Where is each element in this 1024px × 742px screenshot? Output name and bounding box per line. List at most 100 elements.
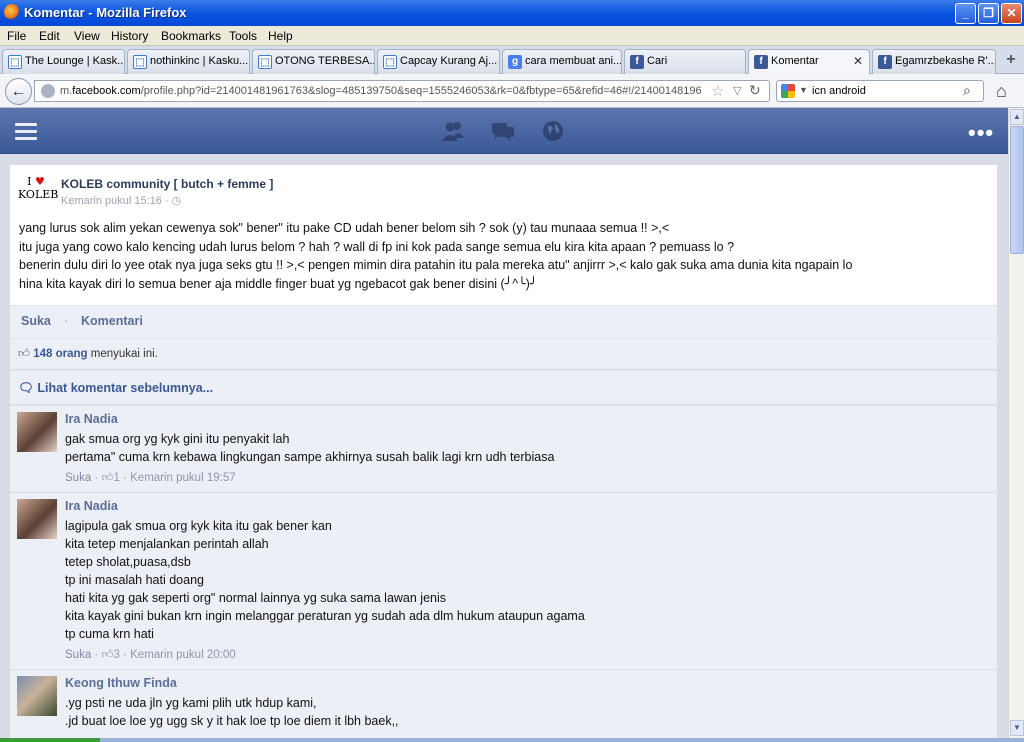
- comment-like-link[interactable]: Suka: [65, 649, 91, 661]
- messages-icon[interactable]: [491, 120, 515, 142]
- comment-like-count: 3: [113, 649, 120, 661]
- menu-file[interactable]: File: [7, 29, 26, 43]
- page-name-link[interactable]: KOLEB community [ butch + femme ]: [61, 177, 273, 191]
- tab-label: Egamrzbekashe R'...: [895, 55, 996, 67]
- tab-the-lounge[interactable]: ⬚ The Lounge | Kask...: [2, 49, 125, 74]
- menu-view[interactable]: View: [74, 29, 100, 43]
- vertical-scrollbar[interactable]: ▲ ▼: [1008, 108, 1024, 738]
- close-window-button[interactable]: ✕: [1001, 3, 1022, 24]
- tab-label: The Lounge | Kask...: [25, 55, 125, 67]
- kaskus-icon: ⬚: [258, 55, 272, 69]
- window-title: Komentar - Mozilla Firefox: [24, 5, 187, 20]
- search-input[interactable]: icn android: [812, 85, 866, 97]
- new-tab-button[interactable]: +: [1002, 51, 1020, 71]
- search-box[interactable]: ▼ icn android ⌕: [776, 80, 984, 102]
- facebook-icon: f: [754, 55, 768, 69]
- maximize-button[interactable]: ❐: [978, 3, 999, 24]
- kaskus-icon: ⬚: [383, 55, 397, 69]
- url-text[interactable]: m.facebook.com/profile.php?id=2140014819…: [60, 85, 710, 97]
- reload-icon[interactable]: ↻: [749, 82, 761, 99]
- facebook-icon: f: [630, 55, 644, 69]
- tab-egamrzbekashe[interactable]: f Egamrzbekashe R'...: [872, 49, 996, 74]
- comment-item: Ira Nadia lagipula gak smua org kyk kita…: [10, 493, 997, 669]
- thumbs-up-icon: 👍︎: [101, 472, 114, 484]
- tab-otong[interactable]: ⬚ OTONG TERBESA...: [252, 49, 375, 74]
- back-button[interactable]: ←: [5, 78, 32, 105]
- scroll-down-arrow-icon[interactable]: ▼: [1010, 720, 1024, 736]
- avatar[interactable]: [17, 499, 57, 539]
- more-options-icon[interactable]: •••: [968, 120, 994, 146]
- separator-dot: ·: [64, 313, 68, 327]
- comment-item: Keong Ithuw Finda .yg psti ne uda jln yg…: [10, 670, 997, 738]
- address-bar[interactable]: m.facebook.com/profile.php?id=2140014819…: [34, 80, 770, 102]
- search-engine-dropdown-icon[interactable]: ▼: [799, 85, 808, 95]
- post-timestamp[interactable]: Kemarin pukul 15:16 · ◷: [61, 194, 181, 207]
- post-actions: Suka · Komentari: [10, 305, 997, 338]
- heart-icon: ♥: [34, 175, 45, 188]
- thumbs-up-icon: 👍︎: [101, 649, 114, 661]
- navigation-bar: ← m.facebook.com/profile.php?id=21400148…: [0, 74, 1024, 108]
- like-link[interactable]: Suka: [21, 314, 51, 328]
- kaskus-icon: ⬚: [133, 55, 147, 69]
- tab-komentar[interactable]: f Komentar ✕: [748, 49, 870, 75]
- avatar[interactable]: [17, 676, 57, 716]
- tab-label: Cari: [647, 55, 668, 67]
- menu-help[interactable]: Help: [268, 29, 293, 43]
- tab-cara-membuat[interactable]: g cara membuat ani...: [502, 49, 622, 74]
- menu-edit[interactable]: Edit: [39, 29, 60, 43]
- comment-like-link[interactable]: Suka: [65, 472, 91, 484]
- facebook-header: •••: [0, 108, 1008, 154]
- friend-requests-icon[interactable]: [441, 120, 465, 142]
- page-logo[interactable]: I ♥ KOLEB: [18, 175, 58, 207]
- comment-time[interactable]: Kemarin pukul 19:57: [130, 472, 235, 484]
- comment-author[interactable]: Ira Nadia: [65, 499, 118, 513]
- bookmark-star-icon[interactable]: ☆: [711, 82, 724, 100]
- menu-hamburger-icon[interactable]: [15, 123, 37, 144]
- google-icon: g: [508, 55, 522, 69]
- post-message: yang lurus sok alim yekan cewenya sok" b…: [19, 221, 853, 291]
- minimize-button[interactable]: _: [955, 3, 976, 24]
- comment-text: .yg psti ne uda jln yg kami plih utk hdu…: [65, 696, 399, 728]
- comment-text: lagipula gak smua org kyk kita itu gak b…: [65, 519, 585, 641]
- notifications-globe-icon[interactable]: [541, 120, 565, 142]
- comment-meta: Suka · 👍︎1 · Kemarin pukul 19:57: [65, 472, 236, 484]
- google-search-engine-icon[interactable]: [781, 84, 795, 98]
- comment-text: gak smua org yg kyk gini itu penyakit la…: [65, 432, 555, 464]
- menu-bookmarks[interactable]: Bookmarks: [161, 29, 221, 43]
- comment-item: Ira Nadia gak smua org yg kyk gini itu p…: [10, 406, 997, 492]
- tab-capcay[interactable]: ⬚ Capcay Kurang Aj...: [377, 49, 500, 74]
- tab-label: Capcay Kurang Aj...: [400, 55, 498, 67]
- comment-time[interactable]: Kemarin pukul 20:00: [130, 649, 235, 661]
- scrollbar-thumb[interactable]: [1010, 126, 1024, 254]
- comment-author[interactable]: Keong Ithuw Finda: [65, 676, 177, 690]
- menu-history[interactable]: History: [111, 29, 148, 43]
- previous-comments-link[interactable]: 🗨︎ Lihat komentar sebelumnya...: [18, 381, 213, 396]
- home-icon[interactable]: ⌂: [996, 81, 1007, 102]
- scroll-up-arrow-icon[interactable]: ▲: [1010, 109, 1024, 125]
- menu-bar: File Edit View History Bookmarks Tools H…: [0, 26, 1024, 46]
- comment-like-count: 1: [113, 472, 120, 484]
- tab-cari[interactable]: f Cari: [624, 49, 746, 74]
- previous-comments-row[interactable]: 🗨︎ Lihat komentar sebelumnya...: [10, 370, 997, 405]
- likes-text: 👍︎ 148 orang menyukai ini.: [18, 348, 158, 360]
- tab-bar: ⬚ The Lounge | Kask... ⬚ nothinkinc | Ka…: [0, 46, 1024, 75]
- comment-author[interactable]: Ira Nadia: [65, 412, 118, 426]
- search-magnifier-icon[interactable]: ⌕: [963, 82, 971, 99]
- menu-tools[interactable]: Tools: [229, 29, 257, 43]
- kaskus-icon: ⬚: [8, 55, 22, 69]
- comment-meta: Suka · 👍︎3 · Kemarin pukul 20:00: [65, 649, 236, 661]
- tab-nothinkinc[interactable]: ⬚ nothinkinc | Kasku...: [127, 49, 250, 74]
- tab-label: Komentar: [771, 55, 819, 67]
- comment-bubble-icon: 🗨︎: [18, 381, 34, 395]
- avatar[interactable]: [17, 412, 57, 452]
- window-titlebar: Komentar - Mozilla Firefox _ ❐ ✕: [0, 0, 1024, 26]
- tab-label: nothinkinc | Kasku...: [150, 55, 249, 67]
- firefox-icon: [4, 4, 20, 20]
- tab-label: OTONG TERBESA...: [275, 55, 375, 67]
- close-tab-icon[interactable]: ✕: [853, 54, 863, 68]
- comment-link[interactable]: Komentari: [81, 314, 143, 328]
- globe-icon: [41, 84, 55, 98]
- status-strip: [0, 738, 1024, 742]
- likes-summary[interactable]: 👍︎ 148 orang menyukai ini.: [10, 338, 997, 369]
- history-dropdown-icon[interactable]: ▽: [733, 84, 741, 97]
